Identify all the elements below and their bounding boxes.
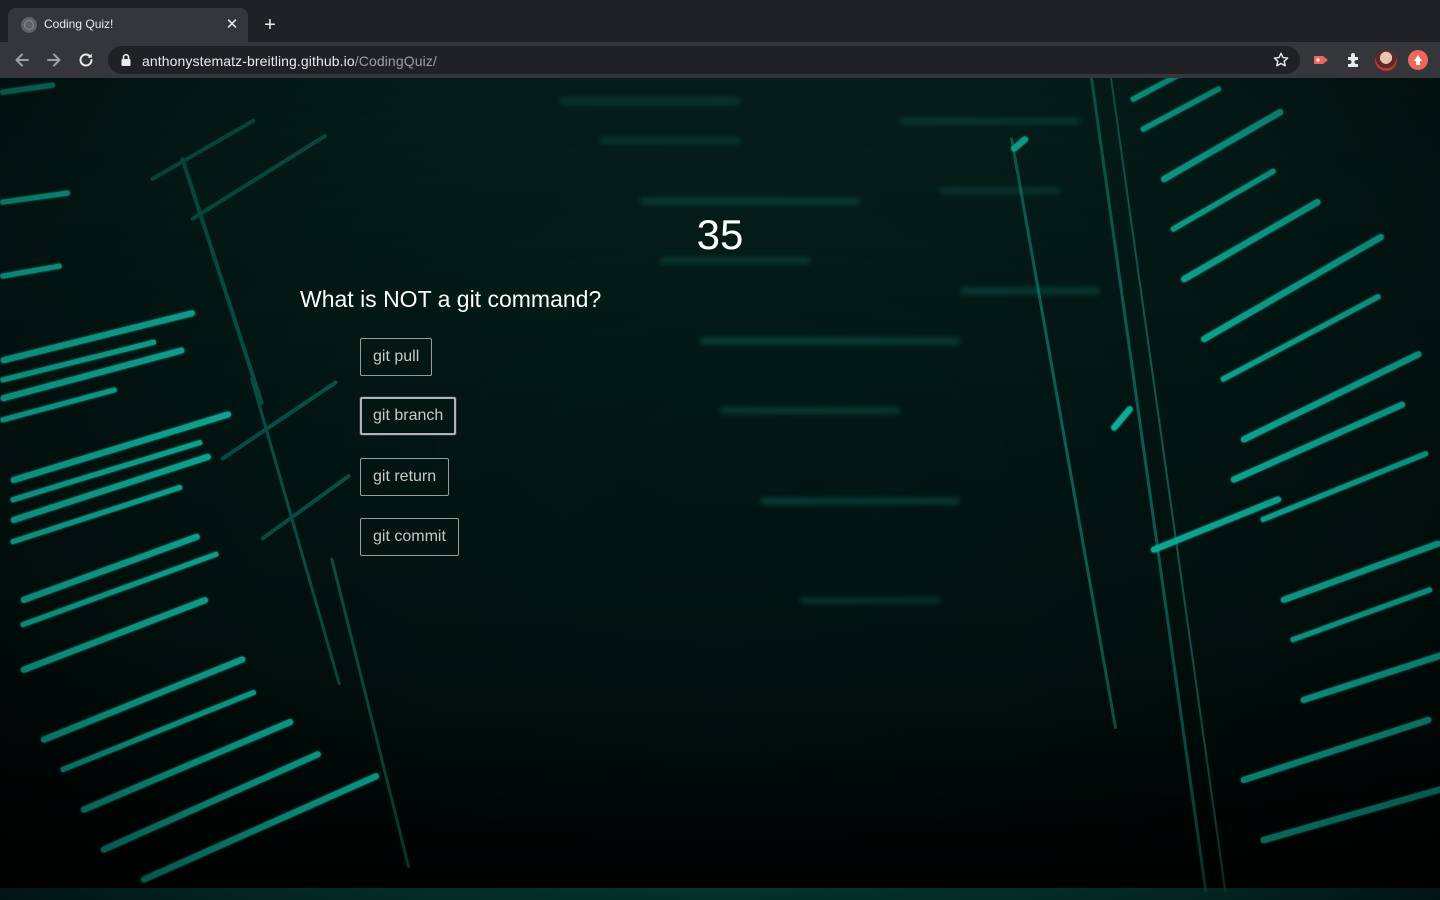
plus-icon[interactable]: +	[258, 13, 282, 37]
update-arrow-icon[interactable]	[1408, 50, 1428, 70]
arrow-right-icon[interactable]	[42, 48, 66, 72]
page-viewport: 35 What is NOT a git command? git pull g…	[0, 78, 1440, 900]
globe-icon	[21, 17, 37, 33]
answer-button-git-return[interactable]: git return	[360, 458, 450, 496]
answer-button-git-commit[interactable]: git commit	[360, 518, 459, 556]
answer-button-git-pull[interactable]: git pull	[360, 338, 433, 376]
question-text: What is NOT a git command?	[300, 286, 602, 312]
url-host: anthonystematz-breitling.github.io	[142, 53, 355, 69]
avatar[interactable]	[1375, 49, 1397, 71]
code-background-image	[0, 78, 1440, 900]
url-text: anthonystematz-breitling.github.io/Codin…	[142, 53, 437, 69]
star-icon[interactable]	[1272, 51, 1290, 69]
browser-toolbar: anthonystematz-breitling.github.io/Codin…	[0, 42, 1440, 78]
tag-extension-icon[interactable]	[1311, 50, 1331, 70]
tab-title: Coding Quiz!	[44, 17, 114, 31]
answer-button-git-branch[interactable]: git branch	[360, 397, 457, 435]
close-icon[interactable]: ✕	[223, 16, 241, 34]
address-bar[interactable]: anthonystematz-breitling.github.io/Codin…	[108, 46, 1300, 74]
arrow-left-icon[interactable]	[10, 48, 34, 72]
lock-icon[interactable]	[120, 53, 132, 67]
reload-icon[interactable]	[74, 48, 98, 72]
browser-tab[interactable]: Coding Quiz! ✕	[8, 8, 248, 42]
url-path: /CodingQuiz/	[354, 53, 437, 69]
countdown-timer: 35	[696, 211, 744, 258]
puzzle-icon[interactable]	[1344, 50, 1364, 70]
browser-tabstrip: Coding Quiz! ✕ +	[0, 0, 1440, 42]
